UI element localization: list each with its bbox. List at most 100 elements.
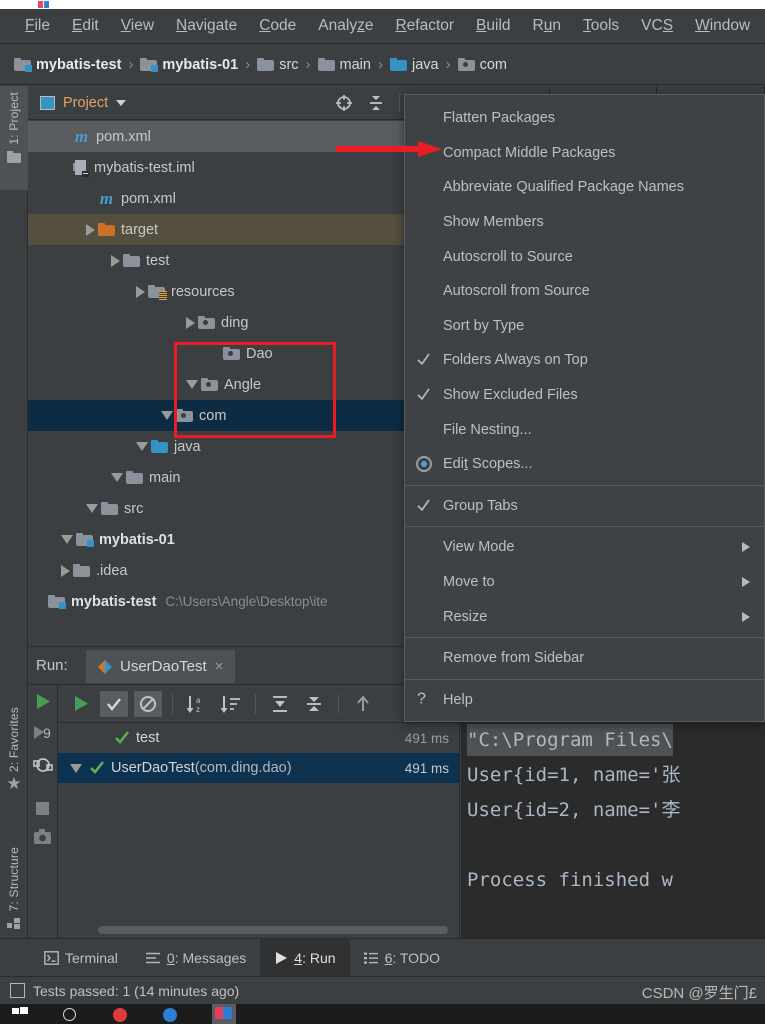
breadcrumb-item-java[interactable]: java	[389, 57, 439, 73]
run-console[interactable]: Tests passed: 1 of 1 test – 491 ms "C:\P…	[461, 723, 765, 938]
tool-window-button-terminal[interactable]: Terminal	[30, 939, 132, 977]
test-results-tree[interactable]: test 491 ms UserDaoTest (com.ding.dao) 491 …	[58, 723, 460, 938]
context-menu-item-label: Compact Middle Packages	[443, 144, 616, 161]
scroll-from-source-icon[interactable]	[335, 94, 353, 112]
tree-node-mybatis-01[interactable]: mybatis-01	[28, 524, 440, 555]
chevron-right-icon[interactable]	[136, 285, 145, 298]
svg-text:9: 9	[43, 725, 51, 741]
sidebar-item-favorites[interactable]: 2: Favorites ★	[0, 701, 28, 821]
context-menu-item-autoscroll-from-source[interactable]: Autoscroll from Source	[405, 274, 764, 309]
sort-by-duration-icon[interactable]	[217, 691, 245, 717]
tool-window-button-label: 4: Run	[294, 949, 336, 966]
tree-node-resources[interactable]: resources	[28, 276, 440, 307]
context-menu-item-help[interactable]: ? Help	[405, 683, 764, 718]
context-menu-item-remove-from-sidebar[interactable]: Remove from Sidebar	[405, 641, 764, 676]
tool-window-button-todo[interactable]: 6: TODO	[350, 939, 455, 977]
menu-item-analyze[interactable]: Analyze	[307, 15, 384, 37]
menu-item-window[interactable]: Window	[684, 15, 761, 37]
menu-item-edit[interactable]: Edit	[61, 15, 110, 37]
breadcrumb-item-com[interactable]: com	[457, 57, 507, 73]
menu-item-build[interactable]: Build	[465, 15, 521, 37]
menu-item-navigate[interactable]: Navigate	[165, 15, 248, 37]
menu-item-run[interactable]: Run	[522, 15, 572, 37]
package-folder-icon	[457, 58, 475, 71]
collapse-all-icon[interactable]	[367, 94, 385, 112]
menu-item-view[interactable]: View	[110, 15, 165, 37]
tool-window-button-messages[interactable]: 0: Messages	[132, 939, 260, 977]
context-menu-item-edit-scopes[interactable]: Edit Scopes...	[405, 447, 764, 482]
chevron-right-icon[interactable]	[111, 254, 120, 267]
context-menu-item-autoscroll-to-source[interactable]: Autoscroll to Source	[405, 239, 764, 274]
collapse-all-icon[interactable]	[300, 691, 328, 717]
project-view-options-context-menu[interactable]: Flatten Packages Compact Middle Packages A…	[404, 94, 765, 723]
test-row-UserDaoTest[interactable]: UserDaoTest (com.ding.dao) 491 ms	[58, 753, 459, 783]
chevron-down-icon[interactable]	[86, 504, 98, 513]
context-menu-item-group-tabs[interactable]: Group Tabs	[405, 489, 764, 524]
menu-item-file[interactable]: File	[14, 15, 61, 37]
context-menu-item-sort-by-type[interactable]: Sort by Type	[405, 309, 764, 344]
submenu-arrow-icon	[742, 577, 750, 588]
context-menu-item-label: Remove from Sidebar	[443, 650, 585, 667]
rerun-tests-icon[interactable]	[66, 691, 94, 717]
context-menu-item-folders-always-on-top[interactable]: Folders Always on Top	[405, 343, 764, 378]
chevron-down-icon[interactable]	[161, 411, 173, 420]
tree-node-src[interactable]: src	[28, 493, 440, 524]
tree-node-target[interactable]: target	[28, 214, 440, 245]
context-menu-item-move-to[interactable]: Move to	[405, 565, 764, 600]
show-ignored-icon[interactable]	[134, 690, 162, 717]
chevron-down-icon[interactable]	[70, 763, 82, 773]
context-menu-item-file-nesting[interactable]: File Nesting...	[405, 412, 764, 447]
tree-node-main[interactable]: main	[28, 462, 440, 493]
context-menu-item-show-members[interactable]: Show Members	[405, 205, 764, 240]
sort-alphabetically-icon[interactable]: az	[183, 691, 211, 717]
screenshot-icon[interactable]	[29, 829, 57, 845]
rerun-failed-tests-icon[interactable]: 9	[29, 724, 57, 742]
test-row-test[interactable]: test 491 ms	[58, 723, 459, 753]
breadcrumb-item-src[interactable]: src	[257, 57, 299, 73]
chevron-down-icon[interactable]	[116, 99, 127, 106]
stop-icon[interactable]	[29, 802, 57, 815]
menu-item-tools[interactable]: Tools	[572, 15, 630, 37]
context-menu-item-flatten-packages[interactable]: Flatten Packages	[405, 101, 764, 136]
breadcrumb-item-mybatis-01[interactable]: mybatis-01	[140, 57, 238, 73]
tree-node-mybatis-test[interactable]: mybatis-test C:\Users\Angle\Desktop\ite	[28, 586, 440, 617]
chevron-right-icon[interactable]	[186, 316, 195, 329]
context-menu-item-show-excluded-files[interactable]: Show Excluded Files	[405, 378, 764, 413]
context-menu-item-resize[interactable]: Resize	[405, 599, 764, 634]
context-menu-item-view-mode[interactable]: View Mode	[405, 530, 764, 565]
submenu-arrow-icon	[742, 542, 750, 553]
rerun-icon[interactable]	[29, 693, 57, 710]
chevron-right-icon[interactable]	[61, 564, 70, 577]
search-circle-icon[interactable]	[62, 1006, 78, 1022]
chevron-down-icon[interactable]	[61, 535, 73, 544]
tree-node-test[interactable]: test	[28, 245, 440, 276]
chevron-down-icon[interactable]	[111, 473, 123, 482]
close-icon[interactable]: ×	[215, 658, 224, 675]
sidebar-item-project[interactable]: 1: Project	[0, 86, 28, 190]
breadcrumb-item-mybatis-test[interactable]: mybatis-test	[14, 57, 121, 73]
expand-all-icon[interactable]	[266, 691, 294, 717]
chevron-right-icon[interactable]	[86, 223, 95, 236]
menu-item-vcs[interactable]: VCS	[630, 15, 684, 37]
tree-node-ding[interactable]: ding	[28, 307, 440, 338]
context-menu-item-label: Move to	[443, 574, 495, 591]
edge-icon[interactable]	[162, 1006, 178, 1022]
context-menu-item-compact-middle-packages[interactable]: Compact Middle Packages	[405, 136, 764, 171]
tree-node-pom.xml[interactable]: m pom.xml	[28, 183, 440, 214]
chevron-down-icon[interactable]	[136, 442, 148, 451]
windows-start-icon[interactable]	[12, 1006, 28, 1022]
menu-item-refactor[interactable]: Refactor	[384, 15, 465, 37]
previous-occurrence-icon[interactable]	[349, 691, 377, 717]
idea-icon[interactable]	[212, 1004, 236, 1024]
context-menu-item-abbreviate-qualified-package-names[interactable]: Abbreviate Qualified Package Names	[405, 170, 764, 205]
tool-window-button-run[interactable]: 4: Run	[260, 938, 350, 977]
test-tree-horizontal-scrollbar[interactable]	[98, 926, 448, 934]
toggle-auto-test-icon[interactable]	[29, 756, 57, 774]
breadcrumb-item-main[interactable]: main	[317, 56, 371, 73]
breadcrumb-item-label: main	[339, 56, 371, 73]
menu-item-code[interactable]: Code	[248, 15, 307, 37]
show-passed-icon[interactable]	[100, 690, 128, 717]
run-configuration-tab[interactable]: UserDaoTest ×	[86, 650, 236, 683]
tree-node-.idea[interactable]: .idea	[28, 555, 440, 586]
opera-icon[interactable]	[112, 1006, 128, 1022]
